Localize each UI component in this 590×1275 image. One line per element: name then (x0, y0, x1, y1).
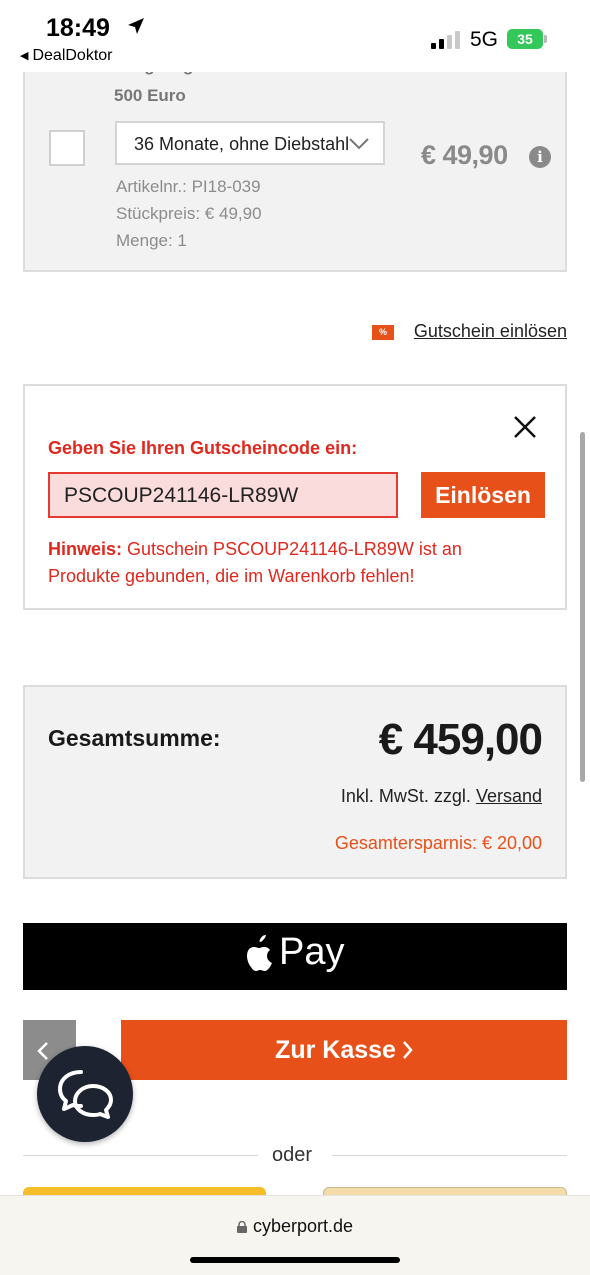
vat-note: Inkl. MwSt. zzgl. Versand (341, 786, 542, 807)
scrollbar[interactable] (580, 432, 585, 782)
chevron-right-icon (402, 1041, 413, 1059)
item-checkbox[interactable] (49, 130, 85, 166)
chevron-left-icon (37, 1042, 48, 1060)
back-app-label: DealDoktor (32, 47, 113, 64)
home-indicator (190, 1257, 400, 1263)
checkout-label: Zur Kasse (275, 1036, 396, 1064)
divider-right (332, 1155, 567, 1156)
voucher-code-input[interactable]: PSCOUP241146-LR89W (48, 472, 398, 518)
hint-prefix: Hinweis: (48, 539, 123, 559)
total-summary-card: Gesamtsumme: € 459,00 Inkl. MwSt. zzgl. … (23, 685, 567, 879)
close-icon[interactable] (512, 414, 538, 440)
battery-tip (544, 35, 547, 43)
article-number: Artikelnr.: PI18-039 (116, 177, 261, 196)
status-bar: 18:49 ◀ DealDoktor 5G 35 (0, 0, 590, 72)
voucher-code-label: Geben Sie Ihren Gutscheincode ein: (48, 438, 358, 458)
option-selected-value: 36 Monate, ohne Diebstahl (134, 134, 350, 154)
back-to-app-link[interactable]: ◀ DealDoktor (20, 47, 113, 65)
or-separator: oder (272, 1144, 313, 1166)
guarantee-item-card: Langzeitgarantie 36 Monate bis 500 Euro … (23, 60, 567, 272)
shipping-link[interactable]: Versand (476, 786, 542, 806)
battery-icon: 35 (507, 29, 543, 49)
back-triangle-icon: ◀ (20, 50, 29, 62)
url-text: cyberport.de (252, 1216, 354, 1236)
item-title: Langzeitgarantie 36 Monate bis 500 Euro (114, 66, 394, 107)
redeem-button[interactable]: Einlösen (421, 472, 545, 518)
page: 18:49 ◀DealDoktor 5G 35 Langzeitgarantie… (0, 0, 590, 1275)
redeem-voucher-link[interactable]: Gutschein einlösen (414, 321, 567, 342)
total-value: € 459,00 (378, 715, 543, 764)
info-icon[interactable]: i (529, 146, 551, 168)
location-arrow-icon (128, 18, 144, 34)
divider-left (23, 1155, 258, 1156)
item-price: € 49,90 (421, 140, 508, 170)
battery-level: 35 (517, 31, 533, 47)
quantity: Menge: 1 (116, 231, 187, 250)
voucher-badge-icon: % (372, 325, 394, 340)
apple-pay-button[interactable]: Pay (23, 923, 567, 990)
network-type: 5G (470, 28, 499, 51)
lock-icon (236, 1221, 247, 1233)
apple-logo-icon (247, 935, 272, 971)
cellular-signal-icon (431, 31, 460, 49)
checkout-button[interactable]: Zur Kasse (121, 1020, 567, 1080)
vat-prefix: Inkl. MwSt. zzgl. (340, 786, 476, 806)
guarantee-option-select[interactable]: 36 Monate, ohne Diebstahl (115, 121, 385, 165)
total-savings: Gesamtersparnis: € 20,00 (334, 833, 542, 853)
chat-button[interactable] (37, 1046, 133, 1142)
url-display: cyberport.de (0, 1216, 590, 1237)
item-title-line2: 500 Euro (114, 86, 186, 105)
unit-price: Stückpreis: € 49,90 (116, 204, 262, 223)
browser-address-bar[interactable]: cyberport.de (0, 1195, 590, 1275)
voucher-panel: Geben Sie Ihren Gutscheincode ein: PSCOU… (23, 384, 567, 610)
clock: 18:49 (46, 14, 110, 42)
voucher-hint: Hinweis: Gutschein PSCOUP241146-LR89W is… (48, 536, 528, 590)
chat-bubbles-icon (58, 1070, 113, 1119)
chevron-down-icon (349, 138, 369, 150)
total-label: Gesamtsumme: (48, 725, 221, 751)
apple-pay-label: Pay (279, 931, 345, 973)
